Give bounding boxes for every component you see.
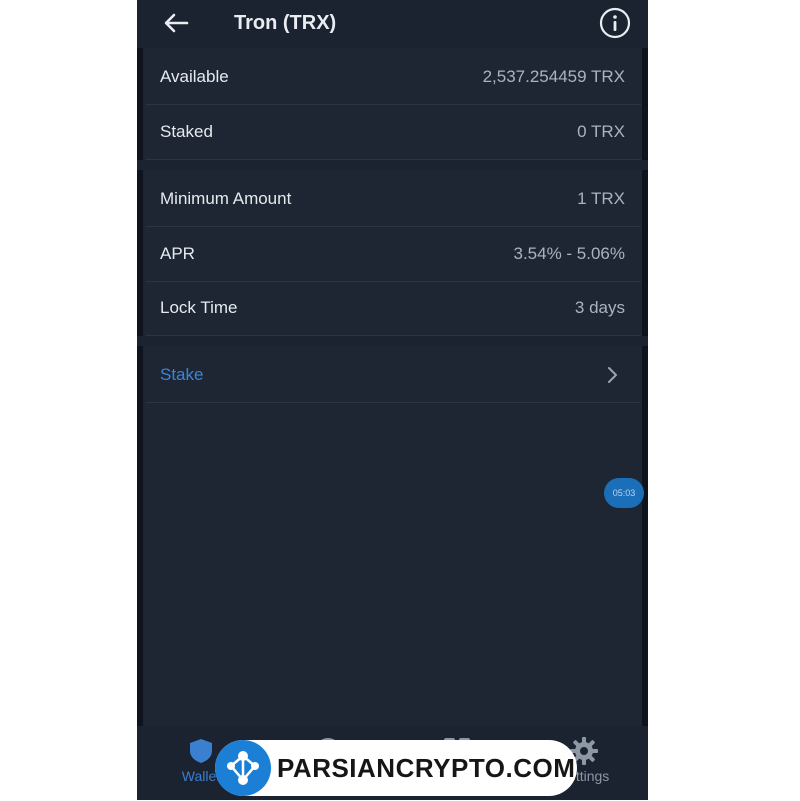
minimum-amount-value: 1 TRX <box>577 189 625 208</box>
available-label: Available <box>160 67 229 86</box>
shield-icon <box>190 739 212 763</box>
staked-value: 0 TRX <box>577 122 625 141</box>
timer-bubble[interactable]: 05:03 <box>604 478 644 508</box>
screen-left-edge <box>137 0 143 800</box>
info-button[interactable] <box>598 6 632 40</box>
minimum-amount-row: Minimum Amount 1 TRX <box>146 172 641 227</box>
available-row: Available 2,537.254459 TRX <box>146 50 641 105</box>
section-divider <box>137 160 648 170</box>
staked-row: Staked 0 TRX <box>146 105 641 160</box>
lock-time-label: Lock Time <box>160 298 238 317</box>
available-value: 2,537.254459 TRX <box>482 67 625 86</box>
lock-time-row: Lock Time 3 days <box>146 281 641 336</box>
screen-right-edge <box>642 0 648 800</box>
arrow-left-icon <box>164 13 189 33</box>
stake-label: Stake <box>160 365 204 384</box>
watermark-text: PARSIANCRYPTO.COM <box>277 753 576 783</box>
info-icon <box>599 7 631 39</box>
watermark-logo-icon <box>215 740 271 796</box>
section-divider <box>137 336 648 346</box>
app-header: Tron (TRX) <box>137 0 648 48</box>
stake-button[interactable]: Stake <box>146 348 641 403</box>
page-title: Tron (TRX) <box>234 12 337 34</box>
staked-label: Staked <box>160 122 213 141</box>
apr-value: 3.54% - 5.06% <box>513 244 625 263</box>
apr-row: APR 3.54% - 5.06% <box>146 227 641 282</box>
phone-screen: Tron (TRX) Available 2,537.254459 TRX St… <box>137 0 648 800</box>
back-button[interactable] <box>159 8 193 38</box>
apr-label: APR <box>160 244 195 263</box>
chevron-right-icon <box>608 367 617 383</box>
lock-time-value: 3 days <box>574 298 625 317</box>
watermark-banner: PARSIANCRYPTO.COM <box>215 740 577 796</box>
minimum-amount-label: Minimum Amount <box>160 189 292 208</box>
